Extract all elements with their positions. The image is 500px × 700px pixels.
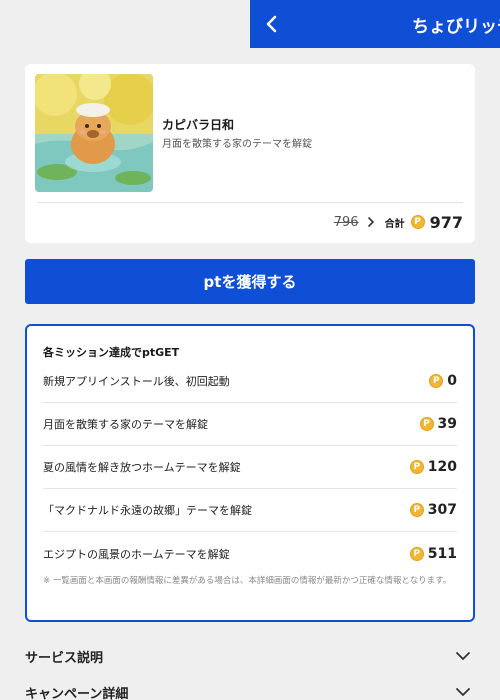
mission-label: 夏の風情を解き放つホームテーマを解錠 [43, 461, 241, 474]
point-coin-icon: P [409, 460, 424, 474]
campaign-details-toggle[interactable]: キャンペーン詳細 [25, 678, 475, 700]
mission-label: 月面を散策する家のテーマを解錠 [43, 418, 208, 431]
total-label: 合計 [384, 218, 405, 230]
section-label: キャンペーン詳細 [25, 686, 129, 700]
header-title: ちょびリッチ [412, 17, 500, 37]
total-points: 977 [429, 212, 463, 232]
missions-panel: 各ミッション達成でptGET 新規アプリインストール後、初回起動 P 0 月面を… [25, 324, 475, 622]
mission-points: P 511 [409, 545, 457, 562]
mission-row: 夏の風情を解き放つホームテーマを解錠 P 120 [43, 446, 457, 489]
mission-row: エジプトの風景のホームテーマを解錠 P 511 [43, 532, 457, 575]
point-coin-icon: P [410, 215, 425, 229]
mission-row: 新規アプリインストール後、初回起動 P 0 [43, 360, 457, 403]
old-price: 796 [333, 214, 359, 230]
mission-points-value: 511 [427, 545, 457, 562]
missions-title: 各ミッション達成でptGET [43, 346, 180, 359]
mission-points: P 39 [419, 416, 457, 432]
point-coin-icon: P [429, 374, 444, 388]
chevron-right-icon [367, 216, 375, 228]
disclaimer-note: ※ 一覧画面と本画面の報酬情報に差異がある場合は、本詳細画面の情報が最新かつ正確… [43, 576, 452, 586]
section-label: サービス説明 [25, 650, 104, 666]
chevron-left-icon [266, 15, 277, 33]
product-description: 月面を散策する家のテーマを解錠 [162, 139, 312, 150]
service-description-toggle[interactable]: サービス説明 [25, 642, 475, 670]
mission-label: 新規アプリインストール後、初回起動 [43, 375, 230, 388]
chevron-down-icon [456, 652, 470, 660]
mission-points: P 120 [409, 459, 457, 475]
mission-label: 「マクドナルド永遠の故郷」テーマを解錠 [43, 504, 252, 517]
point-coin-icon: P [419, 417, 434, 431]
mission-points: P 0 [429, 373, 457, 389]
point-coin-icon: P [409, 546, 424, 561]
mission-points-value: 307 [427, 502, 457, 518]
earn-points-button[interactable]: ptを獲得する [25, 259, 475, 304]
mission-points-value: 120 [427, 459, 457, 475]
app-header: ちょびリッチ [250, 0, 500, 48]
point-coin-icon: P [409, 503, 424, 517]
mission-row: 月面を散策する家のテーマを解錠 P 39 [43, 403, 457, 446]
product-thumbnail [35, 74, 153, 192]
back-button[interactable] [250, 0, 294, 48]
chevron-down-icon [456, 688, 470, 696]
product-name: カピバラ日和 [162, 118, 235, 132]
divider [37, 202, 463, 203]
mission-row: 「マクドナルド永遠の故郷」テーマを解錠 P 307 [43, 489, 457, 532]
price-summary: 796 合計 P 977 [334, 210, 463, 234]
mission-points: P 307 [409, 502, 457, 518]
mission-points-value: 0 [447, 373, 457, 389]
product-card: カピバラ日和 月面を散策する家のテーマを解錠 796 合計 P 977 [25, 64, 475, 243]
mission-label: エジプトの風景のホームテーマを解錠 [43, 547, 230, 561]
mission-points-value: 39 [437, 416, 457, 432]
